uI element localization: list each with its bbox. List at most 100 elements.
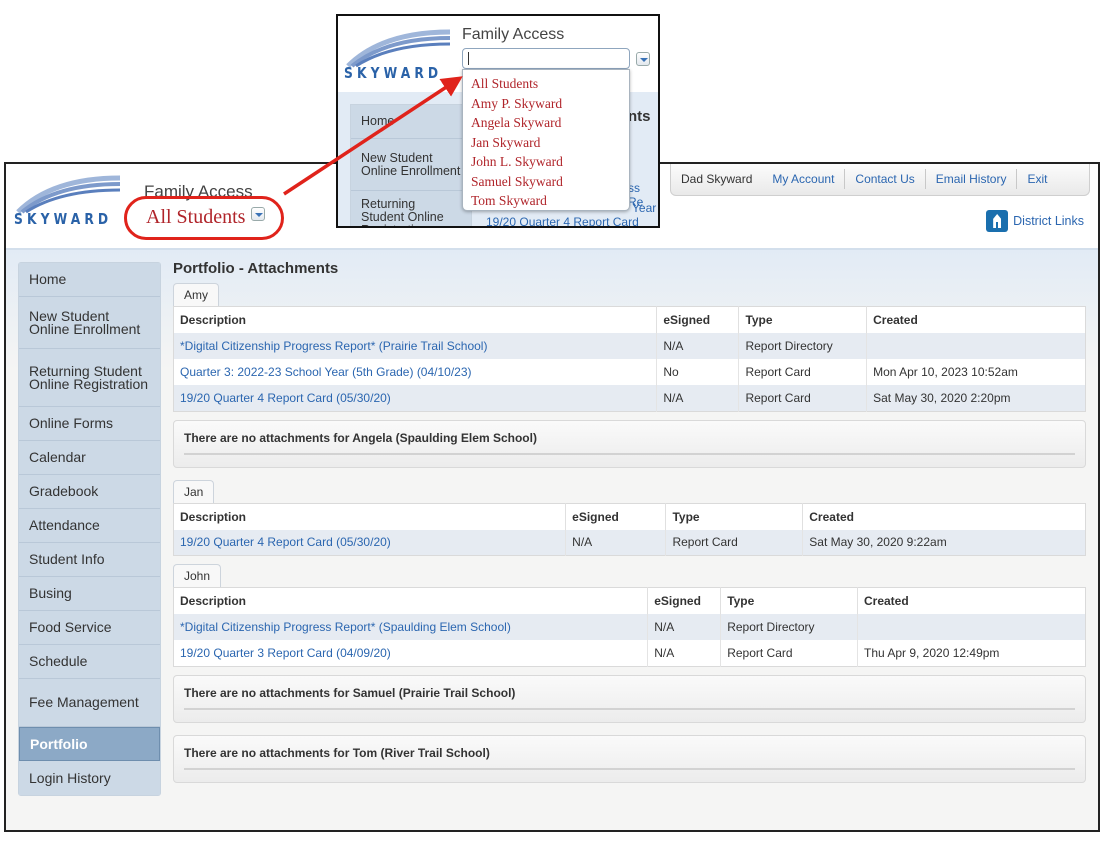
dropdown-option[interactable]: John L. Skyward: [471, 152, 629, 172]
col-type[interactable]: Type: [665, 503, 804, 530]
dropdown-option[interactable]: Tom Skyward: [471, 191, 629, 211]
table-header: Description eSigned Type Created: [173, 587, 1086, 615]
attachment-link[interactable]: Quarter 3: 2022-23 School Year (5th Grad…: [173, 359, 658, 385]
dropdown-option[interactable]: Amy P. Skyward: [471, 94, 629, 114]
content: Portfolio - Attachments Amy Description …: [173, 260, 1086, 795]
email-history-link[interactable]: Email History: [924, 168, 1017, 189]
dropdown-option[interactable]: Samuel Skyward: [471, 172, 629, 192]
attachment-link[interactable]: *Digital Citizenship Progress Report* (P…: [173, 333, 658, 359]
sidebar-item-portfolio[interactable]: Portfolio: [19, 727, 160, 761]
dropdown-option[interactable]: All Students: [471, 74, 629, 94]
empty-message: There are no attachments for Tom (River …: [184, 746, 1075, 770]
attachments-table-amy: Description eSigned Type Created *Digita…: [173, 306, 1086, 412]
page-title-fragment: nts: [628, 108, 651, 125]
attachment-link-fragment[interactable]: Year: [632, 201, 656, 215]
attachment-link-fragment[interactable]: 19/20 Quarter 4 Report Card (05: [486, 215, 658, 226]
table-row: 19/20 Quarter 4 Report Card (05/30/20) N…: [173, 385, 1086, 411]
contact-us-link[interactable]: Contact Us: [844, 168, 924, 189]
dropdown-option[interactable]: Angela Skyward: [471, 113, 629, 133]
sidebar: Home New Student Online Enrollment Retur…: [18, 262, 161, 796]
no-attachments-angela: There are no attachments for Angela (Spa…: [173, 419, 1086, 468]
attachment-link[interactable]: 19/20 Quarter 4 Report Card (05/30/20): [173, 385, 658, 411]
sidebar-item-returning-student-registration[interactable]: Returning Student Online Registration: [19, 349, 160, 407]
tab-john[interactable]: John: [173, 564, 222, 587]
attachment-link[interactable]: 19/20 Quarter 3 Report Card (04/09/20): [173, 640, 649, 666]
student-section-amy: Amy Description eSigned Type Created *Di…: [173, 283, 1086, 412]
main-window: SKYWARD Family Access All Students Dad S…: [4, 162, 1100, 832]
tab-amy[interactable]: Amy: [173, 283, 219, 306]
sidebar-item-home[interactable]: Home: [19, 263, 160, 297]
table-row: Quarter 3: 2022-23 School Year (5th Grad…: [173, 359, 1086, 385]
col-esigned[interactable]: eSigned: [565, 503, 667, 530]
col-esigned[interactable]: eSigned: [647, 587, 722, 614]
sidebar-item-new-student-enrollment[interactable]: New Student Online Enrollment: [19, 297, 160, 349]
sidebar-item-busing[interactable]: Busing: [19, 577, 160, 611]
page-title: Portfolio - Attachments: [173, 260, 339, 277]
sidebar-item-fee-management[interactable]: Fee Management: [19, 679, 160, 727]
created-value: [857, 614, 1086, 640]
col-created[interactable]: Created: [857, 588, 1085, 615]
sidebar-item-returning-student-registration[interactable]: Returning Student Online Registration: [351, 191, 471, 226]
exit-link[interactable]: Exit: [1016, 168, 1057, 189]
sidebar-item-schedule[interactable]: Schedule: [19, 645, 160, 679]
col-type[interactable]: Type: [738, 306, 868, 333]
sidebar-item-calendar[interactable]: Calendar: [19, 441, 160, 475]
skyward-logo: SKYWARD: [12, 172, 124, 232]
col-description[interactable]: Description: [173, 503, 567, 530]
esigned-value: N/A: [647, 614, 722, 640]
student-section-john: John Description eSigned Type Created *D…: [173, 564, 1086, 667]
my-account-link[interactable]: My Account: [762, 169, 844, 189]
sidebar-item-food-service[interactable]: Food Service: [19, 611, 160, 645]
created-value: Sat May 30, 2020 2:20pm: [866, 385, 1086, 411]
table-row: *Digital Citizenship Progress Report* (S…: [173, 614, 1086, 640]
school-building-icon: [986, 210, 1009, 232]
dropdown-inset: SKYWARD Family Access Home New Student O…: [336, 14, 660, 228]
sidebar-item-gradebook[interactable]: Gradebook: [19, 475, 160, 509]
dropdown-option[interactable]: Jan Skyward: [471, 133, 629, 153]
attachment-link[interactable]: *Digital Citizenship Progress Report* (S…: [173, 614, 649, 640]
col-created[interactable]: Created: [867, 307, 1086, 334]
no-attachments-samuel: There are no attachments for Samuel (Pra…: [173, 674, 1086, 723]
skyward-logo: SKYWARD: [342, 26, 454, 86]
student-search-input[interactable]: [462, 48, 630, 69]
col-description[interactable]: Description: [173, 587, 649, 614]
col-type[interactable]: Type: [720, 587, 858, 614]
sidebar: Home New Student Online Enrollment Retur…: [350, 104, 472, 226]
type-value: Report Card: [720, 640, 858, 666]
type-value: Report Card: [665, 529, 804, 556]
esigned-value: N/A: [656, 333, 740, 359]
tab-jan[interactable]: Jan: [173, 479, 215, 503]
district-links-label: District Links: [1013, 214, 1084, 228]
student-dropdown-list: All Students Amy P. Skyward Angela Skywa…: [462, 69, 630, 211]
created-value: Thu Apr 9, 2020 12:49pm: [863, 645, 1000, 660]
esigned-value: N/A: [647, 640, 722, 666]
table-row: 19/20 Quarter 4 Report Card (05/30/20) N…: [173, 529, 1086, 556]
sidebar-item-online-forms[interactable]: Online Forms: [19, 407, 160, 441]
col-description[interactable]: Description: [173, 306, 658, 333]
sidebar-item-login-history[interactable]: Login History: [19, 761, 160, 795]
type-value: Report Card: [738, 359, 868, 385]
sidebar-item-student-info[interactable]: Student Info: [19, 543, 160, 577]
body-area: Home New Student Online Enrollment Retur…: [6, 248, 1098, 830]
district-links-button[interactable]: District Links: [986, 210, 1084, 232]
chevron-down-icon[interactable]: [636, 52, 650, 66]
sidebar-item-new-student-enrollment[interactable]: New Student Online Enrollment: [351, 139, 471, 191]
student-section-jan: Jan Description eSigned Type Created 19/…: [173, 479, 1086, 556]
created-value: Sat May 30, 2020 9:22am: [802, 529, 1086, 556]
created-value: Mon Apr 10, 2023 10:52am: [873, 365, 1018, 379]
table-row: *Digital Citizenship Progress Report* (P…: [173, 333, 1086, 359]
col-esigned[interactable]: eSigned: [656, 306, 740, 333]
esigned-value: N/A: [656, 385, 740, 411]
attachments-table-john: Description eSigned Type Created *Digita…: [173, 587, 1086, 667]
sidebar-item-attendance[interactable]: Attendance: [19, 509, 160, 543]
created-value: [866, 333, 1086, 359]
type-value: Report Directory: [738, 333, 868, 359]
app-title: Family Access: [462, 26, 565, 43]
empty-message: There are no attachments for Angela (Spa…: [184, 431, 1075, 455]
col-created[interactable]: Created: [803, 503, 1086, 530]
attachment-link[interactable]: 19/20 Quarter 4 Report Card (05/30/20): [173, 529, 567, 556]
top-nav: Dad Skyward My Account Contact Us Email …: [670, 164, 1090, 196]
brand-text: SKYWARD: [344, 64, 443, 82]
user-name: Dad Skyward: [681, 171, 753, 186]
sidebar-item-home[interactable]: Home: [351, 105, 471, 139]
